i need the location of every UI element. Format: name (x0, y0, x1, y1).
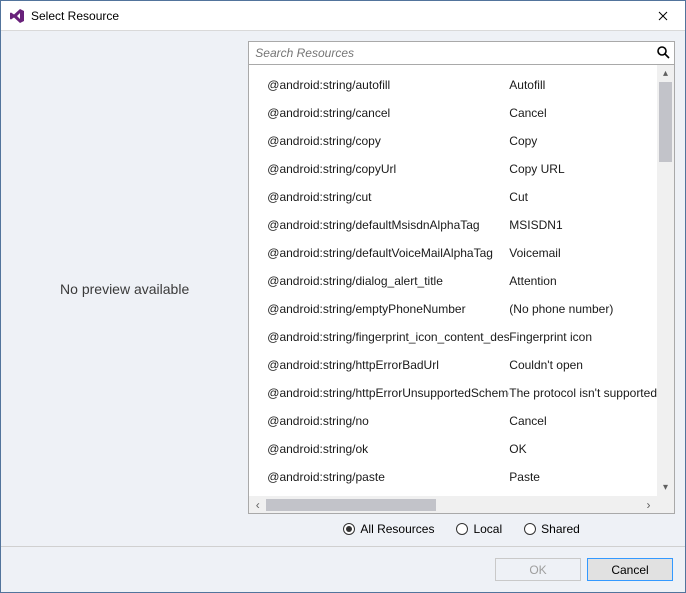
resource-row[interactable]: @android:string/defaultVoiceMailAlphaTag… (249, 239, 657, 267)
resource-value: MSISDN1 (509, 218, 657, 232)
resource-row[interactable]: @android:string/fingerprint_icon_content… (249, 323, 657, 351)
vscroll-thumb[interactable] (659, 82, 672, 162)
resource-value: (No phone number) (509, 302, 657, 316)
resource-row[interactable]: @android:string/cancelCancel (249, 99, 657, 127)
preview-message: No preview available (60, 281, 189, 297)
radio-shared[interactable]: Shared (524, 522, 580, 536)
resource-key: @android:string/fingerprint_icon_content… (249, 330, 509, 344)
titlebar: Select Resource (1, 1, 685, 31)
visual-studio-icon (9, 8, 25, 24)
ok-button[interactable]: OK (495, 558, 581, 581)
scroll-right-icon[interactable]: › (640, 497, 657, 513)
resource-value: Cancel (509, 106, 657, 120)
radio-all-resources[interactable]: All Resources (343, 522, 434, 536)
radio-local[interactable]: Local (456, 522, 502, 536)
resource-row[interactable]: @android:string/noCancel (249, 407, 657, 435)
scroll-down-icon[interactable]: ▾ (657, 479, 674, 496)
resource-row[interactable]: @android:string/emptyPhoneNumber(No phon… (249, 295, 657, 323)
resource-key: @android:string/no (249, 414, 509, 428)
radio-label: Local (473, 522, 502, 536)
resource-key: @android:string/copy (249, 134, 509, 148)
resource-value: Voicemail (509, 246, 657, 260)
radio-label: Shared (541, 522, 580, 536)
resource-value: OK (509, 442, 657, 456)
resource-key: @android:string/paste (249, 470, 509, 484)
dialog-footer: OK Cancel (1, 546, 685, 592)
resource-value: Copy (509, 134, 657, 148)
radio-label: All Resources (360, 522, 434, 536)
resource-row[interactable]: @android:string/copyCopy (249, 127, 657, 155)
resource-row[interactable]: @android:string/autofillAutofill (249, 71, 657, 99)
scroll-corner (657, 497, 674, 513)
vertical-scrollbar[interactable]: ▴ ▾ (657, 65, 674, 496)
list-body: @android:string/autofillAutofill@android… (249, 65, 674, 496)
search-row (248, 41, 675, 65)
resource-row[interactable]: @android:string/httpErrorBadUrlCouldn't … (249, 351, 657, 379)
hscroll-thumb[interactable] (266, 499, 436, 511)
resource-row[interactable]: @android:string/httpErrorUnsupportedSche… (249, 379, 657, 407)
resource-value: Paste (509, 470, 657, 484)
resource-key: @android:string/defaultMsisdnAlphaTag (249, 218, 509, 232)
resource-row[interactable]: @android:string/okOK (249, 435, 657, 463)
resource-row[interactable]: @android:string/dialog_alert_titleAttent… (249, 267, 657, 295)
resource-value: Attention (509, 274, 657, 288)
radio-icon (343, 523, 355, 535)
scroll-left-icon[interactable]: ‹ (249, 497, 266, 513)
resource-key: @android:string/cancel (249, 106, 509, 120)
radio-icon (524, 523, 536, 535)
search-icon[interactable] (652, 45, 674, 62)
window-title: Select Resource (31, 9, 119, 23)
resource-row[interactable]: @android:string/cutCut (249, 183, 657, 211)
resource-key: @android:string/emptyPhoneNumber (249, 302, 509, 316)
resource-value: Copy URL (509, 162, 657, 176)
resource-value: Autofill (509, 78, 657, 92)
radio-icon (456, 523, 468, 535)
resource-row[interactable]: @android:string/copyUrlCopy URL (249, 155, 657, 183)
scroll-up-icon[interactable]: ▴ (657, 65, 674, 82)
resource-key: @android:string/autofill (249, 78, 509, 92)
resource-list: @android:string/autofillAutofill@android… (248, 65, 675, 514)
dialog-window: Select Resource No preview available @an… (0, 0, 686, 593)
dialog-body: No preview available @android:string/aut… (1, 31, 685, 546)
resource-key: @android:string/defaultVoiceMailAlphaTag (249, 246, 509, 260)
resource-key: @android:string/cut (249, 190, 509, 204)
resource-key: @android:string/dialog_alert_title (249, 274, 509, 288)
resource-key: @android:string/httpErrorUnsupportedSche… (249, 386, 509, 400)
vscroll-track[interactable] (657, 82, 674, 479)
right-pane: @android:string/autofillAutofill@android… (248, 31, 685, 546)
search-input[interactable] (249, 46, 652, 60)
resource-key: @android:string/httpErrorBadUrl (249, 358, 509, 372)
hscroll-track[interactable] (266, 497, 640, 513)
filter-row: All Resources Local Shared (248, 514, 675, 540)
resource-value: Fingerprint icon (509, 330, 657, 344)
resource-row[interactable]: @android:string/pastePaste (249, 463, 657, 491)
resource-value: Cut (509, 190, 657, 204)
resource-value: Couldn't open (509, 358, 657, 372)
preview-pane: No preview available (1, 31, 248, 546)
resource-row[interactable]: @android:string/defaultMsisdnAlphaTagMSI… (249, 211, 657, 239)
resource-value: Cancel (509, 414, 657, 428)
resource-key: @android:string/copyUrl (249, 162, 509, 176)
list-rows: @android:string/autofillAutofill@android… (249, 65, 657, 496)
resource-value: The protocol isn't supported (509, 386, 657, 400)
close-button[interactable] (640, 1, 685, 30)
resource-key: @android:string/ok (249, 442, 509, 456)
horizontal-scrollbar[interactable]: ‹ › (249, 496, 674, 513)
cancel-button[interactable]: Cancel (587, 558, 673, 581)
